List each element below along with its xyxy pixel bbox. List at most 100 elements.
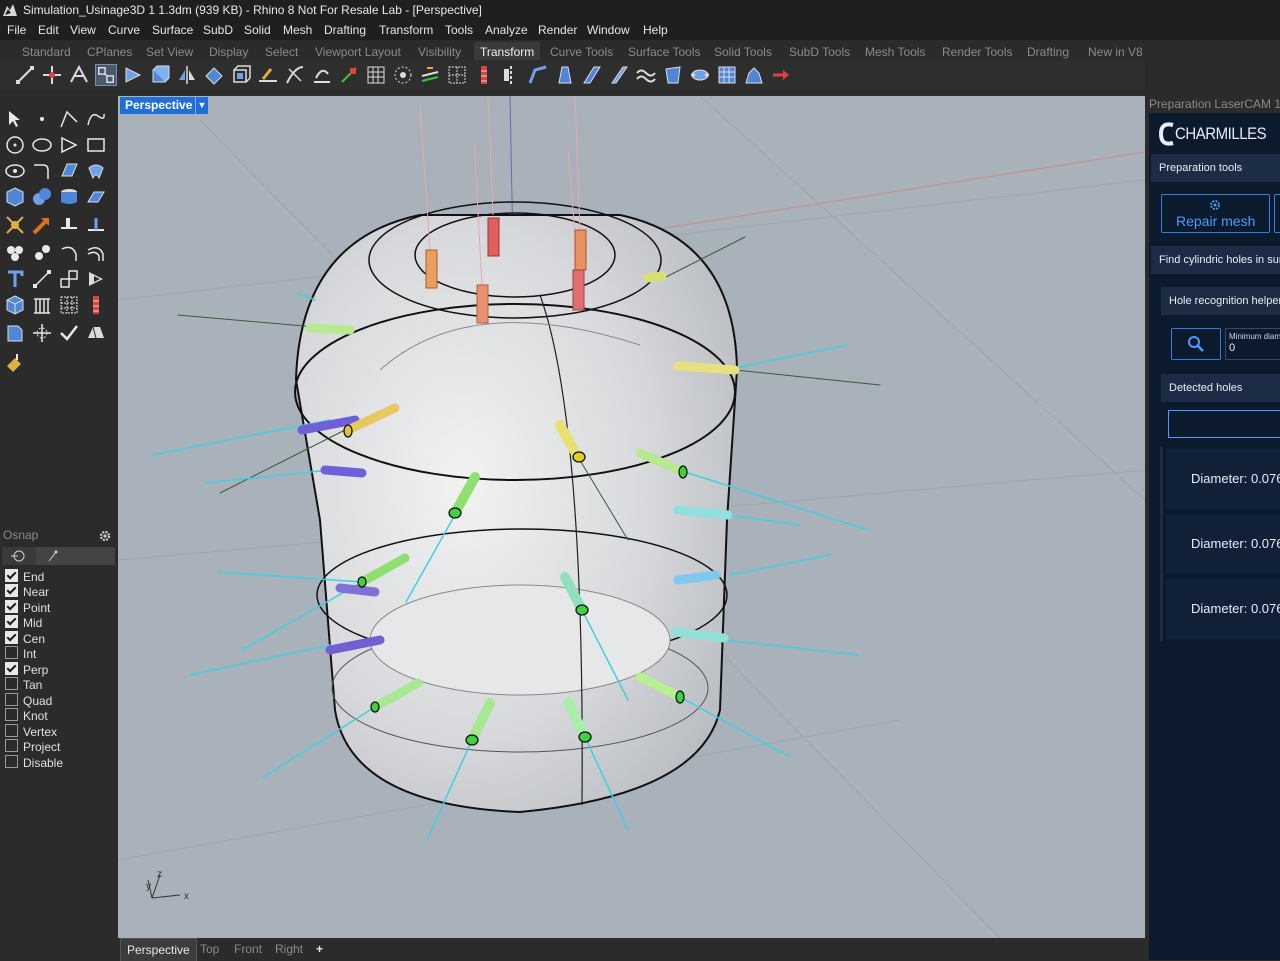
grid-array-icon[interactable] [446,64,468,86]
arc-icon[interactable] [4,160,26,182]
shear-icon[interactable] [581,64,603,86]
scale-icon[interactable] [95,64,117,86]
tab-mesh-tools[interactable]: Mesh Tools [865,42,925,62]
detected-holes-header[interactable]: Detected holes [1161,374,1280,402]
join-icon[interactable] [58,242,80,264]
osnap-int[interactable]: Int [5,646,36,661]
boolean-icon[interactable] [31,242,53,264]
osnap-near[interactable]: Near [5,584,49,599]
taper-icon[interactable] [338,64,360,86]
tab-transform[interactable]: Transform [474,42,541,62]
search-holes-button[interactable] [1171,328,1221,360]
tab-solid-tools[interactable]: Solid Tools [714,42,772,62]
osnap-end[interactable]: End [5,569,44,584]
tab-surface-tools[interactable]: Surface Tools [628,42,701,62]
snap-toggle-icon[interactable] [10,549,26,563]
hole-card-1[interactable]: Diameter: 0.076 [1166,449,1280,509]
osnap-tan-checkbox[interactable] [5,677,18,690]
menu-file[interactable]: File [7,20,26,40]
tab-curve-tools[interactable]: Curve Tools [550,42,613,62]
min-diameter-field[interactable]: Minimum diameter 0 [1225,328,1280,360]
align-icon[interactable] [500,64,522,86]
tab-perspective[interactable]: Perspective [120,938,197,961]
cylinder-icon[interactable] [58,186,80,208]
arrow-right-icon[interactable] [770,64,792,86]
rotate-icon[interactable] [68,64,90,86]
flow-surface-icon[interactable] [662,64,684,86]
hole-helper-header[interactable]: Hole recognition helper [1161,287,1280,315]
point-icon[interactable] [31,108,53,130]
box-edit-icon[interactable] [230,64,252,86]
ellipse-icon[interactable] [31,134,53,156]
sphere-icon[interactable] [31,186,53,208]
hole-card-2[interactable]: Diameter: 0.076 [1166,514,1280,574]
rectangle-icon[interactable] [85,134,107,156]
split-icon[interactable] [85,214,107,236]
tab-viewport-layout[interactable]: Viewport Layout [315,42,401,62]
stretch-icon[interactable] [554,64,576,86]
gear-icon[interactable] [98,529,112,543]
tab-display[interactable]: Display [209,42,248,62]
array-icon[interactable] [149,64,171,86]
offset-icon[interactable] [85,242,107,264]
osnap-project[interactable]: Project [5,739,60,754]
repair-mesh-button[interactable]: Repair mesh [1161,194,1270,233]
select-icon[interactable] [4,108,26,130]
revolve-icon[interactable] [85,160,107,182]
osnap-mid[interactable]: Mid [5,615,42,630]
array-linear-icon[interactable] [473,64,495,86]
surface-icon[interactable] [58,160,80,182]
osnap-knot[interactable]: Knot [5,708,48,723]
osnap-near-checkbox[interactable] [5,584,18,597]
menu-render[interactable]: Render [538,20,577,40]
osnap-quad-checkbox[interactable] [5,693,18,706]
check-icon[interactable] [58,322,80,344]
move-icon[interactable] [14,64,36,86]
tab-new-in-v8[interactable]: New in V8 [1088,42,1143,62]
osnap-tan[interactable]: Tan [5,677,42,692]
menu-drafting[interactable]: Drafting [324,20,366,40]
array-grid-icon[interactable] [31,294,53,316]
holes-search-input[interactable] [1168,410,1280,438]
tab-set-view[interactable]: Set View [146,42,193,62]
menu-subd[interactable]: SubD [203,20,233,40]
mirror-icon[interactable] [122,64,144,86]
osnap-quad[interactable]: Quad [5,693,52,708]
prep-tools-header[interactable]: Preparation tools [1151,154,1280,182]
osnap-vertex-checkbox[interactable] [5,724,18,737]
osnap-end-checkbox[interactable] [5,569,18,582]
splop-icon[interactable] [392,64,414,86]
text-icon[interactable] [4,268,26,290]
transform-scale-icon[interactable] [58,268,80,290]
flow-icon[interactable] [203,64,225,86]
cage-icon[interactable] [365,64,387,86]
perspective-viewport[interactable]: x y z [118,96,1145,938]
polyline-icon[interactable] [58,108,80,130]
osnap-knot-checkbox[interactable] [5,708,18,721]
find-holes-header[interactable]: Find cylindric holes in surface [1151,246,1280,274]
osnap-project-checkbox[interactable] [5,739,18,752]
tab-visibility[interactable]: Visibility [418,42,461,62]
menu-view[interactable]: View [70,20,96,40]
tab-right[interactable]: Right [275,938,303,960]
solid-box-icon[interactable] [4,294,26,316]
polygon-icon[interactable] [58,134,80,156]
menu-help[interactable]: Help [643,20,668,40]
tab-subd-tools[interactable]: SubD Tools [789,42,850,62]
tab-select[interactable]: Select [265,42,298,62]
trim-icon[interactable] [58,214,80,236]
osnap-int-checkbox[interactable] [5,646,18,659]
osnap-disable[interactable]: Disable [5,755,63,770]
render-icon[interactable] [85,322,107,344]
paint-icon[interactable] [4,352,26,374]
gumball-icon[interactable] [31,322,53,344]
explode-icon[interactable] [31,214,53,236]
bend-curve-icon[interactable] [608,64,630,86]
cage-edit-icon[interactable] [716,64,738,86]
smash-icon[interactable] [419,64,441,86]
osnap-point-checkbox[interactable] [5,600,18,613]
menu-curve[interactable]: Curve [108,20,140,40]
snap-filter-button[interactable] [36,547,115,565]
orient-icon[interactable] [176,64,198,86]
menu-tools[interactable]: Tools [445,20,473,40]
